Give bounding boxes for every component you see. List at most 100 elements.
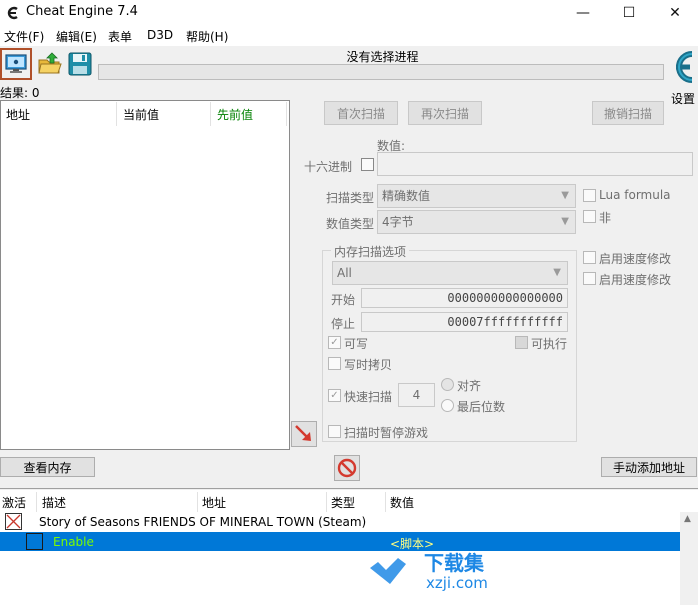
scan-type-value: 精确数值 [382,189,431,203]
memory-scan-options-title: 内存扫描选项 [331,243,410,260]
speedhack-checkbox[interactable] [583,251,596,264]
hex-label: 十六进制 [304,160,353,174]
cross-icon [6,514,21,529]
not-label: 非 [599,211,612,225]
column-active[interactable]: 激活 [2,494,26,511]
row-active-checkbox[interactable] [5,513,22,530]
watermark-logo: 下载集 xzji.com [370,551,488,592]
memory-region-select[interactable]: All ▼ [332,261,568,285]
value-type-value: 4字节 [382,215,414,229]
copy-on-write-label: 写时拷贝 [344,358,393,372]
results-count-label: 结果: 0 [0,86,40,100]
fast-scan-input[interactable]: 4 [398,383,435,407]
undo-scan-button[interactable]: 撤销扫描 [592,101,664,125]
column-separator [326,492,327,512]
column-separator [36,492,37,512]
chevron-up-icon[interactable]: ▲ [684,514,691,524]
menu-d3d[interactable]: D3D [147,28,173,42]
menu-table[interactable]: 表单 [108,28,132,45]
row-active-checkbox[interactable] [26,533,43,550]
open-folder-icon [38,52,62,74]
start-address-input[interactable]: 0000000000000000 [361,288,568,308]
value-type-select[interactable]: 4字节 ▼ [377,210,576,234]
fast-scan-checkbox[interactable]: ✓ [328,389,341,402]
column-description[interactable]: 描述 [42,494,66,511]
save-file-button[interactable] [64,48,96,80]
value-type-label: 数值类型 [326,217,375,231]
last-digits-radio[interactable] [441,399,454,412]
executable-label: 可执行 [531,337,568,351]
scan-type-select[interactable]: 精确数值 ▼ [377,184,576,208]
align-label: 对齐 [457,379,482,393]
arrow-down-right-icon [295,425,311,441]
first-scan-button[interactable]: 首次扫描 [324,101,398,125]
clear-list-button[interactable] [334,455,360,481]
vertical-scrollbar[interactable]: ▲ [680,512,698,605]
column-separator [197,492,198,512]
column-separator [116,102,117,126]
pause-game-checkbox[interactable] [328,425,341,438]
pause-game-label: 扫描时暂停游戏 [344,426,429,440]
computer-icon [5,54,27,73]
close-button[interactable]: ✕ [652,0,698,26]
last-digits-label: 最后位数 [457,400,506,414]
add-address-manually-button[interactable]: 手动添加地址 [601,457,697,477]
copy-on-write-checkbox[interactable] [328,357,341,370]
hex-checkbox[interactable] [361,158,374,171]
column-current-value[interactable]: 当前值 [123,106,159,123]
process-name-label: 没有选择进程 [346,50,419,64]
lua-formula-label: Lua formula [599,188,671,202]
table-row-description[interactable]: Story of Seasons FRIENDS OF MINERAL TOWN… [39,515,366,529]
writable-checkbox[interactable]: ✓ [328,336,341,349]
column-previous-value[interactable]: 先前值 [217,106,253,123]
settings-logo-icon[interactable] [668,46,698,88]
add-selected-to-list-button[interactable] [291,421,317,447]
column-address[interactable]: 地址 [6,106,30,123]
speedhack-checkbox-2[interactable] [583,272,596,285]
executable-checkbox[interactable] [515,336,528,349]
stop-address-input[interactable]: 00007fffffffffff [361,312,568,332]
column-value[interactable]: 数值 [390,494,414,511]
chevron-down-icon: ▼ [561,216,569,227]
column-separator [286,102,287,126]
cheat-engine-icon [7,6,18,20]
column-separator [210,102,211,126]
minimize-button[interactable]: — [560,0,606,26]
maximize-button[interactable]: ☐ [606,0,652,26]
speedhack-label-2: 启用速度修改 [599,273,672,287]
menu-edit[interactable]: 编辑(E) [56,28,97,45]
align-radio[interactable] [441,378,454,391]
splitter[interactable] [0,488,698,489]
not-checkbox[interactable] [583,210,596,223]
menu-file[interactable]: 文件(F) [4,28,44,45]
scan-progress-bar [98,64,664,80]
view-memory-button[interactable]: 查看内存 [0,457,95,477]
table-row-selected[interactable] [0,532,680,551]
menu-help[interactable]: 帮助(H) [186,28,228,45]
table-row-description[interactable]: Enable [53,535,94,549]
fast-scan-label: 快速扫描 [344,390,393,404]
chevron-down-icon: ▼ [561,190,569,201]
column-separator [385,492,386,512]
next-scan-button[interactable]: 再次扫描 [408,101,482,125]
start-label: 开始 [331,293,356,307]
speedhack-label: 启用速度修改 [599,252,672,266]
results-list[interactable] [0,100,290,450]
settings-label[interactable]: 设置 [671,90,695,107]
column-type[interactable]: 类型 [331,494,355,511]
window-title: Cheat Engine 7.4 [26,4,138,19]
lua-formula-checkbox[interactable] [583,189,596,202]
column-address[interactable]: 地址 [202,494,226,511]
memory-region-value: All [337,266,352,280]
value-input[interactable] [377,152,693,176]
scan-type-label: 扫描类型 [326,191,375,205]
writable-label: 可写 [344,337,369,351]
watermark-text: 下载集 [424,551,485,575]
no-entry-icon [337,458,357,478]
chevron-down-icon: ▼ [553,267,561,278]
watermark-url: xzji.com [426,574,488,592]
stop-label: 停止 [331,317,356,331]
open-file-button[interactable] [34,48,66,80]
save-disk-icon [68,52,92,76]
select-process-button[interactable] [0,48,32,80]
